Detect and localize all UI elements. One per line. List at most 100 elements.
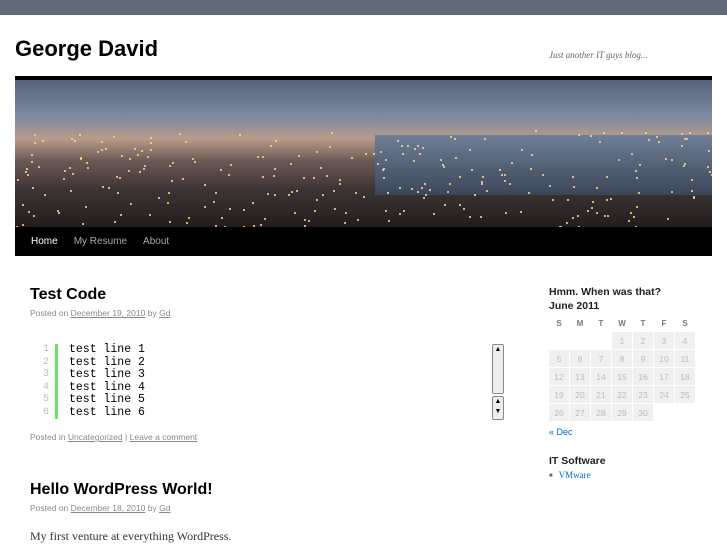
city-light	[469, 149, 471, 151]
post-date-link[interactable]: December 18, 2010	[71, 503, 146, 513]
city-light	[511, 162, 513, 164]
code-line: test line 3	[69, 369, 145, 382]
city-light	[273, 175, 275, 177]
city-light	[413, 160, 415, 162]
calendar-day: 10	[654, 350, 674, 367]
link-item: VMware	[549, 470, 709, 480]
code-scroll-buttons[interactable]: ▲ ▼	[492, 396, 504, 420]
city-light	[130, 203, 132, 205]
city-light	[298, 155, 300, 157]
city-light	[424, 183, 426, 185]
code-lines: test line 1 test line 2 test line 3 test li…	[69, 344, 145, 419]
calendar-prev-link[interactable]: « Dec	[549, 427, 573, 437]
comment-link[interactable]: Leave a comment	[130, 432, 198, 442]
city-light	[113, 136, 115, 138]
city-light	[79, 134, 81, 136]
city-light	[239, 134, 241, 136]
city-light	[270, 145, 272, 147]
city-light	[572, 217, 574, 219]
city-light	[463, 208, 465, 210]
city-light	[144, 165, 146, 167]
weekday-header: M	[570, 316, 590, 331]
code-scrollbar[interactable]: ▲	[492, 344, 504, 394]
calendar-empty	[570, 332, 590, 349]
city-light	[339, 183, 341, 185]
city-light	[34, 134, 36, 136]
category-link[interactable]: Uncategorized	[68, 432, 123, 442]
city-light	[671, 191, 673, 193]
city-light	[628, 220, 630, 222]
author-link[interactable]: Gd	[159, 308, 170, 318]
city-light	[351, 157, 353, 159]
post-title[interactable]: Hello WordPress World!	[30, 481, 213, 499]
city-light	[64, 170, 66, 172]
city-light	[32, 187, 34, 189]
weekday-header: T	[633, 316, 653, 331]
city-light	[204, 184, 206, 186]
city-light	[667, 218, 669, 220]
city-light	[401, 145, 403, 147]
site-title[interactable]: George David	[15, 36, 158, 62]
city-light	[388, 220, 390, 222]
post-date-link[interactable]: December 19, 2010	[71, 308, 146, 318]
calendar-day: 17	[654, 368, 674, 385]
city-light	[221, 217, 223, 219]
calendar-widget-title: Hmm. When was that?	[549, 285, 709, 299]
city-light	[357, 219, 359, 221]
link-vmware[interactable]: VMware	[559, 470, 591, 480]
city-light	[339, 179, 341, 181]
city-light	[101, 149, 103, 151]
city-light	[693, 197, 695, 199]
city-light	[334, 208, 336, 210]
calendar-day: 16	[633, 368, 653, 385]
city-light	[417, 191, 419, 193]
city-light	[454, 138, 456, 140]
city-light	[172, 162, 174, 164]
post-excerpt: My first venture at everything WordPress…	[30, 529, 231, 544]
city-light	[147, 156, 149, 158]
city-light	[288, 194, 290, 196]
city-light	[403, 210, 405, 212]
city-light	[108, 187, 110, 189]
city-light	[566, 222, 568, 224]
city-light	[71, 138, 73, 140]
city-light	[591, 207, 593, 209]
city-light	[577, 215, 579, 217]
post-title[interactable]: Test Code	[30, 286, 106, 304]
city-light	[455, 157, 457, 159]
author-link[interactable]: Gd	[159, 503, 170, 513]
calendar-day: 27	[570, 404, 590, 421]
nav-home[interactable]: Home	[15, 227, 66, 256]
code-line: test line 6	[69, 407, 145, 420]
city-light	[320, 167, 322, 169]
city-light	[387, 192, 389, 194]
city-light	[385, 210, 387, 212]
city-light	[192, 158, 194, 160]
city-light	[119, 177, 121, 179]
post-meta: Posted on December 18, 2010 by Gd	[30, 503, 170, 513]
city-light	[486, 190, 488, 192]
nav-my-resume[interactable]: My Resume	[66, 227, 135, 256]
line-number: 6	[30, 407, 49, 420]
city-light	[635, 170, 637, 172]
city-light	[322, 194, 324, 196]
nav-about[interactable]: About	[135, 227, 177, 256]
city-light	[686, 138, 688, 140]
calendar-day: 13	[570, 368, 590, 385]
city-light	[188, 217, 190, 219]
city-light	[618, 159, 620, 161]
city-light	[484, 138, 486, 140]
city-light	[316, 199, 318, 201]
city-light	[482, 176, 484, 178]
city-light	[22, 204, 24, 206]
city-light	[168, 192, 170, 194]
city-light	[230, 164, 232, 166]
city-light	[422, 147, 424, 149]
code-line: test line 5	[69, 394, 145, 407]
calendar-day: 21	[591, 386, 611, 403]
city-light	[42, 140, 44, 142]
weekday-header: T	[591, 316, 611, 331]
city-light	[414, 148, 416, 150]
city-light	[31, 154, 33, 156]
city-light	[535, 130, 537, 132]
